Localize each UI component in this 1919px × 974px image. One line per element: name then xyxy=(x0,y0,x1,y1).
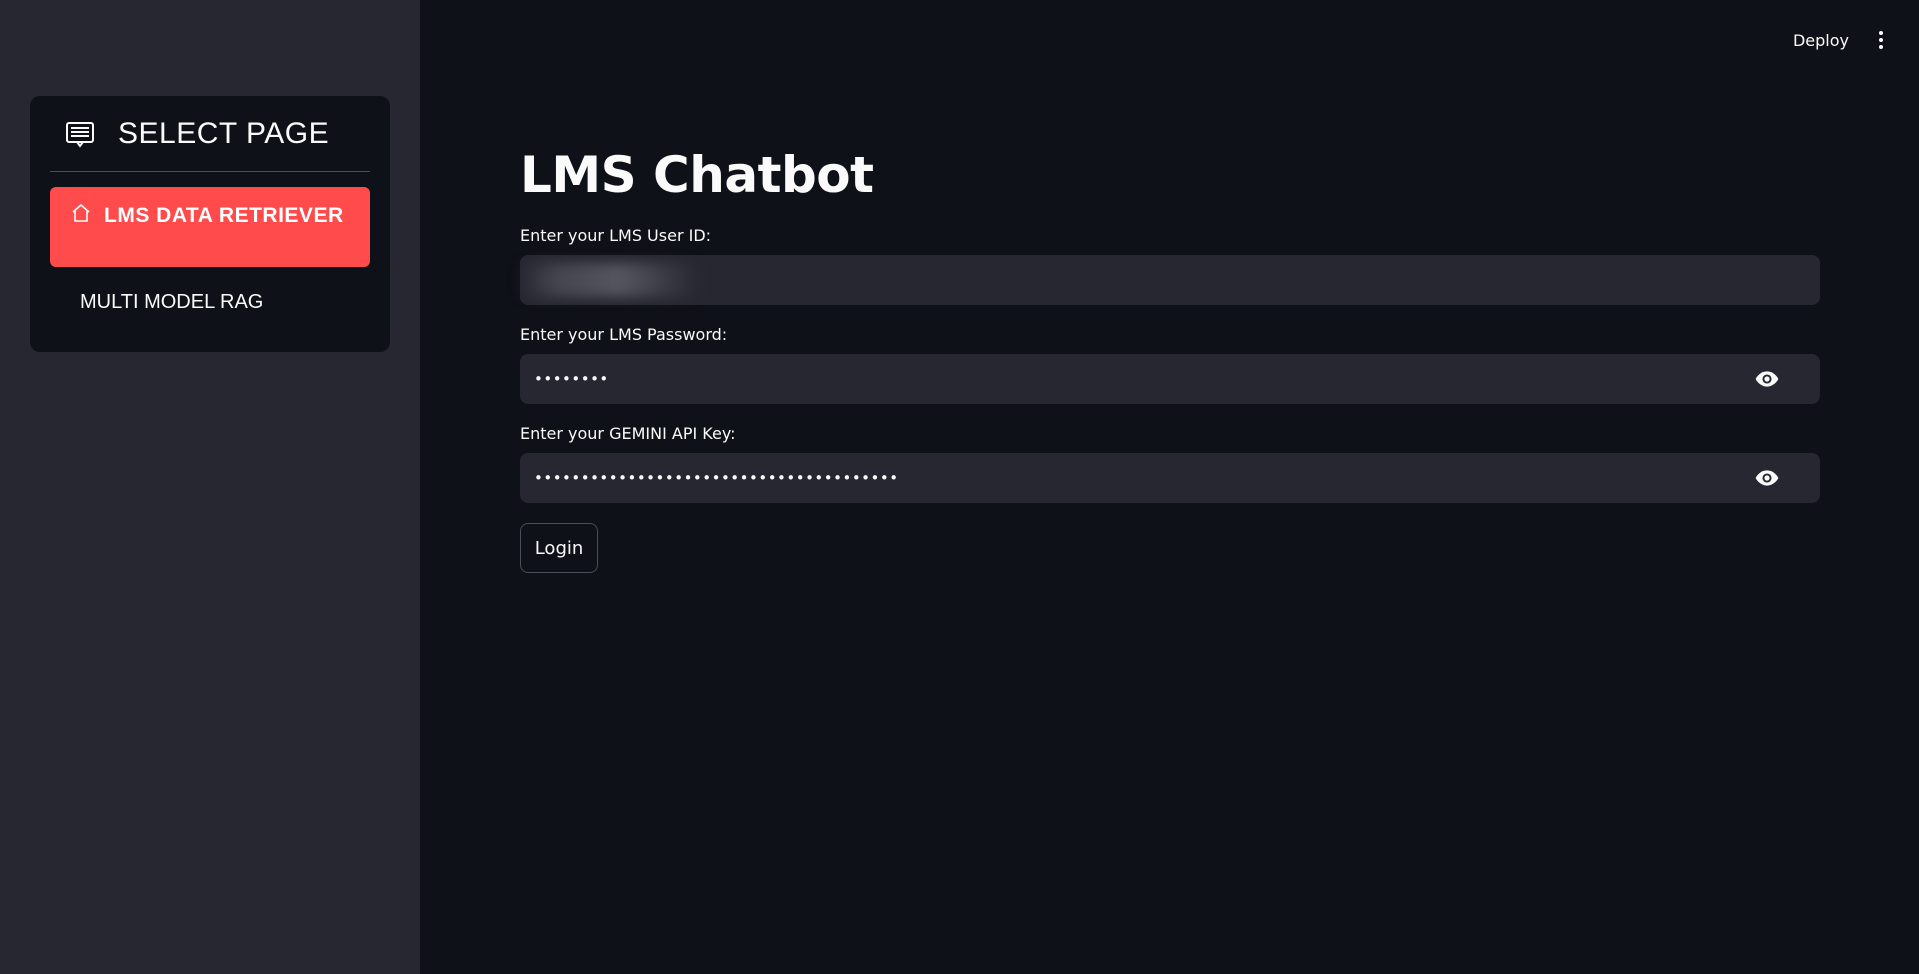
sidebar: SELECT PAGE LMS DATA RETRIEVER MULTI MOD… xyxy=(0,0,420,974)
menu-header: SELECT PAGE xyxy=(50,96,370,172)
sidebar-item-multi-model-rag[interactable]: MULTI MODEL RAG xyxy=(50,285,370,319)
login-button[interactable]: Login xyxy=(520,523,598,573)
user-id-input[interactable] xyxy=(532,254,1808,306)
home-icon xyxy=(70,202,92,224)
app-root: SELECT PAGE LMS DATA RETRIEVER MULTI MOD… xyxy=(0,0,1919,974)
menu-title: SELECT PAGE xyxy=(118,116,330,150)
sidebar-item-label: LMS DATA RETRIEVER xyxy=(104,204,344,227)
api-key-field-wrapper xyxy=(520,452,1820,504)
redacted-value xyxy=(520,263,700,297)
sidebar-item-lms-data-retriever[interactable]: LMS DATA RETRIEVER xyxy=(50,187,370,267)
kebab-dot xyxy=(1879,31,1883,35)
main-content: Deploy LMS Chatbot Enter your LMS User I… xyxy=(420,0,1919,974)
kebab-dot xyxy=(1879,45,1883,49)
password-field-wrapper xyxy=(520,353,1820,405)
kebab-menu-icon[interactable] xyxy=(1873,28,1889,52)
deploy-button[interactable]: Deploy xyxy=(1793,31,1849,50)
kebab-dot xyxy=(1879,38,1883,42)
user-id-label: Enter your LMS User ID: xyxy=(520,226,712,245)
menu-list-icon xyxy=(64,118,96,150)
api-key-label: Enter your GEMINI API Key: xyxy=(520,424,736,443)
eye-icon[interactable] xyxy=(1752,463,1782,493)
page-title: LMS Chatbot xyxy=(520,146,874,204)
page-selector-menu: SELECT PAGE LMS DATA RETRIEVER MULTI MOD… xyxy=(30,96,390,352)
user-id-field-wrapper xyxy=(520,254,1820,306)
password-input[interactable] xyxy=(532,353,1752,405)
api-key-input[interactable] xyxy=(532,452,1752,504)
sidebar-item-label: MULTI MODEL RAG xyxy=(80,291,264,313)
password-label: Enter your LMS Password: xyxy=(520,325,728,344)
top-toolbar: Deploy xyxy=(1793,28,1889,52)
eye-icon[interactable] xyxy=(1752,364,1782,394)
login-form: LMS Chatbot Enter your LMS User ID: Ente… xyxy=(520,140,1820,573)
